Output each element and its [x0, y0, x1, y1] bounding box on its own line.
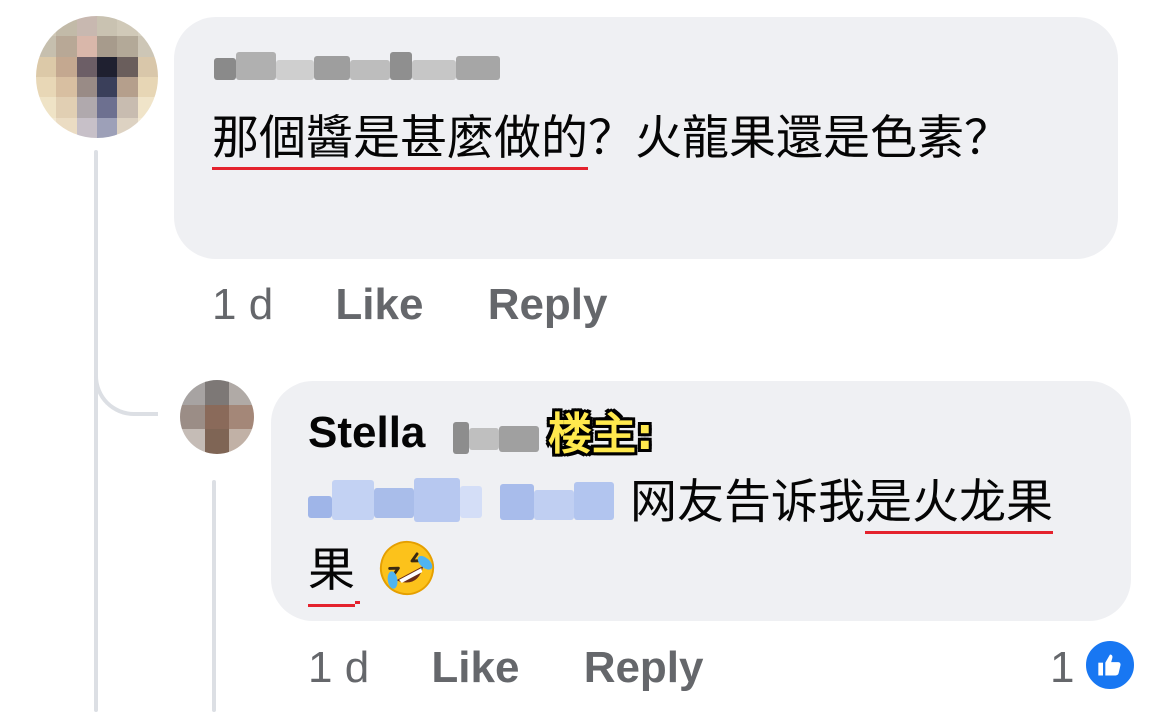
- reply-first-char: 果: [308, 540, 355, 607]
- like-button[interactable]: Like: [431, 643, 519, 692]
- thumbs-up-icon: [1098, 654, 1121, 676]
- reaction-count[interactable]: 1: [1050, 643, 1074, 693]
- mention-tag-redacted[interactable]: [308, 478, 614, 524]
- like-reaction-icon[interactable]: [1083, 638, 1137, 692]
- op-badge: 楼主:: [548, 409, 654, 460]
- timestamp[interactable]: 1 d: [212, 280, 273, 329]
- reply-button[interactable]: Reply: [584, 643, 704, 692]
- reply-text-plain: 网友告诉我: [630, 475, 865, 530]
- comment-text-rest: ？火龍果還是色素？: [588, 111, 1011, 166]
- rolling-on-floor-laughing-emoji-icon: [379, 540, 435, 595]
- like-button[interactable]: Like: [335, 280, 423, 329]
- timestamp[interactable]: 1 d: [308, 643, 369, 692]
- underlined-text: 那個醬是甚麼做的: [212, 111, 588, 170]
- avatar[interactable]: [36, 16, 158, 138]
- author-name[interactable]: Stella: [308, 408, 425, 458]
- reply-text-line1: 网友告诉我是火龙果: [630, 472, 1053, 534]
- reply-actions: 1 d Like Reply: [308, 643, 756, 693]
- reply-avatar[interactable]: [180, 380, 254, 454]
- comment-actions: 1 d Like Reply: [212, 280, 660, 330]
- thread-line-reply: [212, 480, 216, 712]
- author-surname-redacted[interactable]: [453, 418, 539, 454]
- thread-line-main: [94, 150, 98, 712]
- thread-branch-curve: [94, 330, 158, 416]
- comment-text: 那個醬是甚麼做的？火龍果還是色素？: [212, 108, 1092, 170]
- underlined-text: 是火龙果: [865, 475, 1053, 534]
- reply-button[interactable]: Reply: [488, 280, 608, 329]
- author-name-redacted[interactable]: [214, 52, 500, 82]
